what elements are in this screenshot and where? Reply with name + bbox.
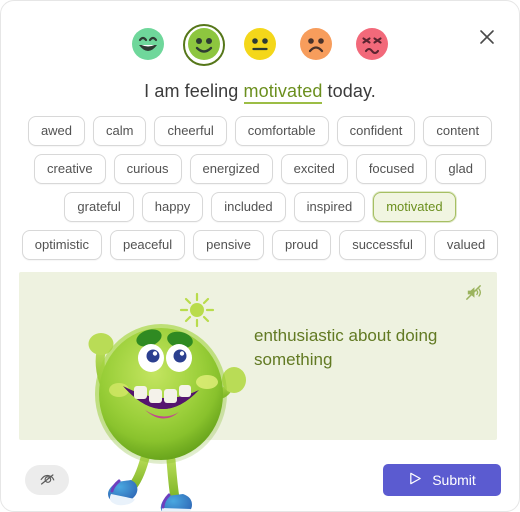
definition-panel: enthusiastic about doing something xyxy=(19,272,497,511)
chip-confident[interactable]: confident xyxy=(336,116,416,146)
mood-option-angry[interactable] xyxy=(355,27,389,62)
emotion-chip-list: awed calm cheerful comfortable confident… xyxy=(1,116,519,260)
selection-ring xyxy=(239,24,281,66)
selection-ring xyxy=(127,24,169,66)
chip-creative[interactable]: creative xyxy=(34,154,106,184)
chip-grateful[interactable]: grateful xyxy=(64,192,134,222)
mood-option-sad[interactable] xyxy=(299,27,333,62)
chip-cheerful[interactable]: cheerful xyxy=(154,116,227,146)
prompt-prefix: I am feeling xyxy=(144,81,244,101)
mood-picker-window: I am feeling motivated today. awed calm … xyxy=(0,0,520,512)
prompt-selected-word: motivated xyxy=(243,81,323,104)
speaker-muted-icon xyxy=(464,283,483,305)
chip-valued[interactable]: valued xyxy=(433,230,499,260)
sparkle-decoration xyxy=(179,292,215,328)
mood-selector xyxy=(1,1,519,69)
mood-option-very-happy[interactable] xyxy=(131,27,165,62)
green-furry-monster-illustration xyxy=(49,282,249,511)
chip-content[interactable]: content xyxy=(423,116,493,146)
selection-ring xyxy=(183,24,225,66)
send-icon xyxy=(408,471,423,489)
selection-ring xyxy=(295,24,337,66)
footer-bar: Submit xyxy=(1,449,519,511)
chip-peaceful[interactable]: peaceful xyxy=(109,230,186,260)
chip-curious[interactable]: curious xyxy=(113,154,182,184)
mood-option-happy[interactable] xyxy=(183,24,225,66)
chip-included[interactable]: included xyxy=(211,192,286,222)
selection-ring xyxy=(351,24,393,66)
chip-happy[interactable]: happy xyxy=(141,192,204,222)
chip-glad[interactable]: glad xyxy=(435,154,486,184)
submit-button-label: Submit xyxy=(432,472,476,488)
hide-answer-button[interactable] xyxy=(25,465,69,495)
chip-excited[interactable]: excited xyxy=(280,154,348,184)
chip-successful[interactable]: successful xyxy=(339,230,426,260)
chip-energized[interactable]: energized xyxy=(189,154,273,184)
chip-focused[interactable]: focused xyxy=(355,154,428,184)
chip-pensive[interactable]: pensive xyxy=(193,230,264,260)
eye-off-icon xyxy=(38,470,56,491)
prompt-suffix: today. xyxy=(322,81,376,101)
chip-inspired[interactable]: inspired xyxy=(293,192,366,222)
chip-motivated[interactable]: motivated xyxy=(373,192,456,222)
chip-awed[interactable]: awed xyxy=(27,116,86,146)
chip-calm[interactable]: calm xyxy=(93,116,147,146)
speaker-muted-button[interactable] xyxy=(461,282,485,306)
chip-optimistic[interactable]: optimistic xyxy=(21,230,102,260)
submit-button[interactable]: Submit xyxy=(383,464,501,496)
chip-comfortable[interactable]: comfortable xyxy=(234,116,329,146)
close-button[interactable] xyxy=(471,21,503,53)
prompt-sentence: I am feeling motivated today. xyxy=(1,81,519,104)
close-icon xyxy=(479,29,495,45)
mood-option-neutral[interactable] xyxy=(243,27,277,62)
chip-proud[interactable]: proud xyxy=(271,230,332,260)
definition-text: enthusiastic about doing something xyxy=(254,326,438,369)
